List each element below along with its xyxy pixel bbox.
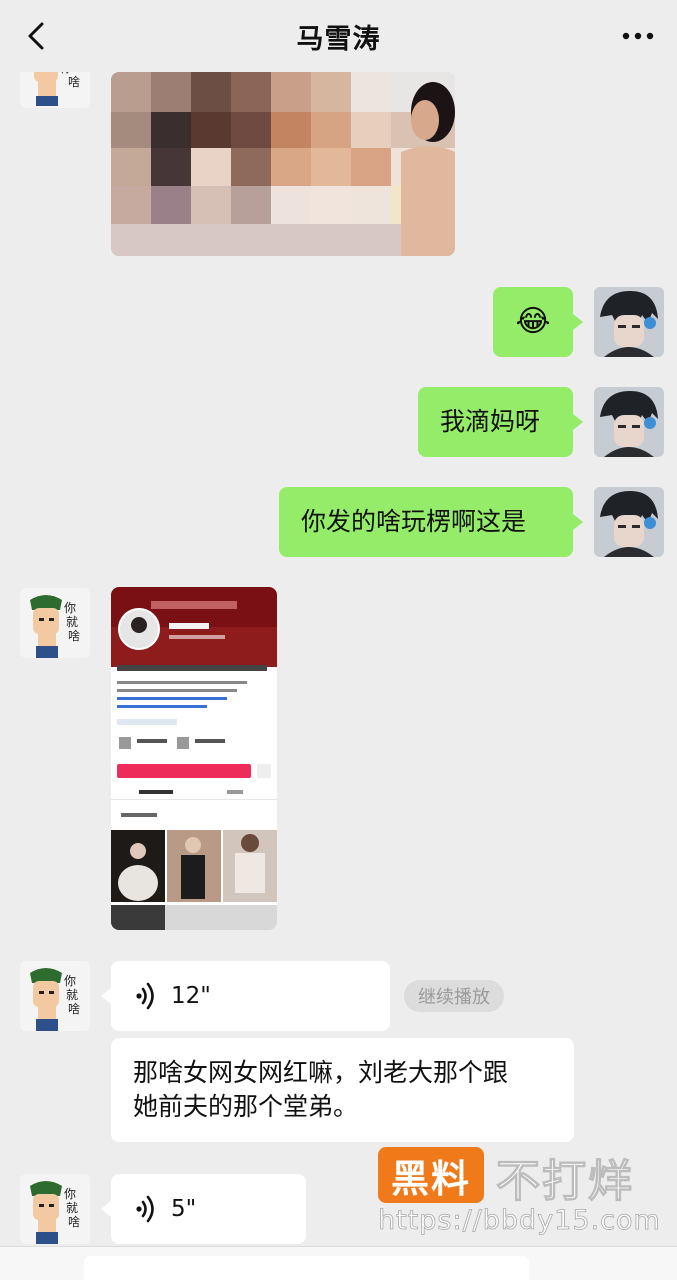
text-message-bubble[interactable]: 那啥女网女网红嘛，刘老大那个跟 她前夫的那个堂弟。 xyxy=(111,1038,574,1142)
my-avatar[interactable] xyxy=(594,387,664,457)
message-text: 我滴妈呀 xyxy=(440,407,541,436)
chat-title: 马雪涛 xyxy=(296,23,381,55)
message-input[interactable] xyxy=(84,1256,529,1280)
svg-text:啥: 啥 xyxy=(68,74,80,89)
contact-avatar[interactable]: 你 就 啥 xyxy=(20,961,90,1031)
resume-playback-button[interactable]: 继续播放 xyxy=(404,980,504,1012)
watermark-url: https://bbdy15.com xyxy=(378,1205,661,1237)
chevron-left-icon[interactable] xyxy=(24,22,50,50)
svg-text:就: 就 xyxy=(66,1201,78,1215)
svg-text:你: 你 xyxy=(64,1187,76,1201)
svg-text:就: 就 xyxy=(66,615,78,629)
bubble-tail xyxy=(573,414,583,430)
my-avatar[interactable] xyxy=(594,287,664,357)
image-message[interactable] xyxy=(111,587,277,930)
svg-text:啥: 啥 xyxy=(68,628,80,643)
svg-text:你: 你 xyxy=(64,974,76,988)
svg-text:就: 就 xyxy=(66,988,78,1002)
emoji-message-bubble[interactable]: 😂 xyxy=(493,287,573,357)
chat-header: 马雪涛 xyxy=(0,0,677,72)
voice-message-bubble[interactable]: 5" xyxy=(111,1174,306,1244)
my-avatar[interactable] xyxy=(594,487,664,557)
message-text: 你发的啥玩楞啊这是 xyxy=(301,507,527,536)
watermark-text: 不打烊 xyxy=(496,1156,634,1208)
svg-text:啥: 啥 xyxy=(68,1001,80,1016)
more-dots-icon[interactable] xyxy=(621,24,655,48)
voice-duration: 12" xyxy=(171,983,211,1009)
watermark-badge: 黑料 xyxy=(378,1147,484,1203)
svg-text:啥: 啥 xyxy=(68,1214,80,1229)
bubble-tail xyxy=(573,514,583,530)
bubble-tail xyxy=(573,314,583,330)
voice-wave-icon xyxy=(136,1195,154,1223)
image-message[interactable] xyxy=(111,72,455,256)
bubble-tail xyxy=(101,988,111,1004)
text-message-bubble[interactable]: 你发的啥玩楞啊这是 xyxy=(279,487,573,557)
contact-avatar[interactable]: 你 就 啥 xyxy=(20,588,90,658)
laughing-tears-emoji-icon: 😂 xyxy=(515,304,551,339)
message-text-line-1: 那啥女网女网红嘛，刘老大那个跟 xyxy=(133,1058,509,1087)
text-message-bubble[interactable]: 我滴妈呀 xyxy=(418,387,573,457)
contact-avatar[interactable]: 你 就 啥 xyxy=(20,1174,90,1244)
voice-duration: 5" xyxy=(171,1196,197,1222)
svg-text:你: 你 xyxy=(64,601,76,615)
voice-wave-icon xyxy=(136,982,154,1010)
message-text-line-2: 她前夫的那个堂弟。 xyxy=(133,1092,359,1121)
voice-message-bubble[interactable]: 12" xyxy=(111,961,390,1031)
watermark: 黑料 不打烊 https://bbdy15.com xyxy=(378,1145,668,1245)
bubble-tail xyxy=(101,1201,111,1217)
